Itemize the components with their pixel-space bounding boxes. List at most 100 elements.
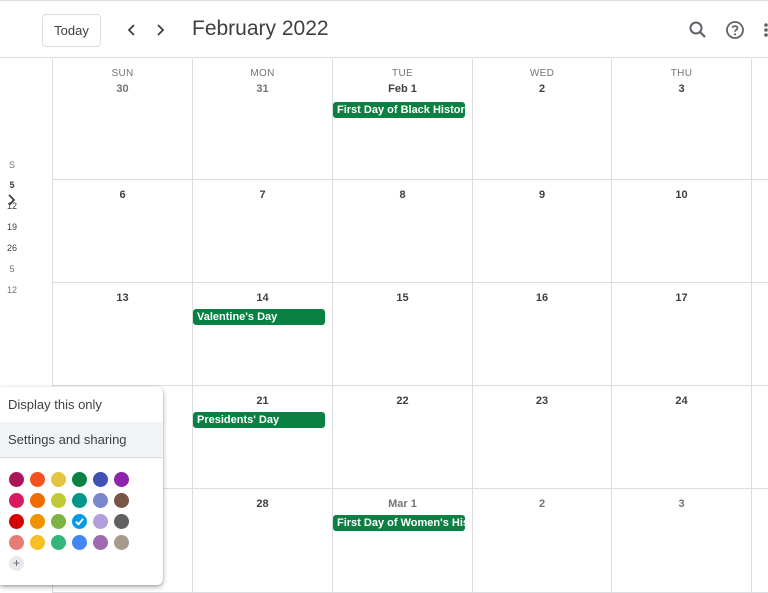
day-number[interactable]: 28 bbox=[193, 498, 332, 510]
day-number[interactable]: Feb 1 bbox=[333, 83, 472, 95]
color-swatch-selected[interactable] bbox=[72, 514, 87, 529]
day-number[interactable]: Mar 1 bbox=[333, 498, 472, 510]
day-number[interactable]: 13 bbox=[53, 292, 192, 304]
day-cell[interactable]: 22 bbox=[332, 386, 472, 489]
day-cell[interactable] bbox=[751, 180, 768, 283]
day-number[interactable]: 2 bbox=[473, 498, 611, 510]
color-swatch[interactable] bbox=[72, 493, 87, 508]
day-cell[interactable]: 3 bbox=[611, 489, 751, 593]
color-swatch[interactable] bbox=[51, 535, 66, 550]
display-this-only-option[interactable]: Display this only bbox=[0, 387, 163, 422]
day-number[interactable]: 10 bbox=[612, 189, 751, 201]
calendar-event[interactable]: Valentine's Day bbox=[193, 309, 325, 325]
color-swatch[interactable] bbox=[30, 535, 45, 550]
color-swatch[interactable] bbox=[30, 472, 45, 487]
day-cell[interactable]: 24 bbox=[611, 386, 751, 489]
color-swatch[interactable] bbox=[93, 472, 108, 487]
weekday-header: THU bbox=[670, 68, 693, 79]
day-cell[interactable]: 7 bbox=[192, 180, 332, 283]
color-swatch[interactable] bbox=[114, 493, 129, 508]
color-swatch[interactable] bbox=[93, 493, 108, 508]
today-button[interactable]: Today bbox=[42, 14, 101, 47]
color-swatch[interactable] bbox=[51, 493, 66, 508]
mini-calendar-day[interactable]: 12 bbox=[0, 285, 24, 295]
day-cell[interactable]: 13 bbox=[52, 283, 192, 386]
day-cell[interactable] bbox=[751, 59, 768, 180]
add-custom-color-button[interactable]: + bbox=[9, 556, 24, 571]
day-cell[interactable]: 2 bbox=[472, 489, 611, 593]
day-cell[interactable]: 16 bbox=[472, 283, 611, 386]
calendar-event[interactable]: First Day of Women's History Month bbox=[333, 515, 465, 531]
previous-month-button[interactable] bbox=[119, 17, 145, 43]
menu-divider bbox=[0, 457, 163, 458]
day-number[interactable]: 30 bbox=[53, 83, 192, 95]
day-number[interactable]: 21 bbox=[193, 395, 332, 407]
help-button[interactable] bbox=[722, 17, 748, 43]
day-cell[interactable]: 17 bbox=[611, 283, 751, 386]
check-icon bbox=[75, 518, 84, 526]
mini-calendar-day[interactable]: 19 bbox=[0, 222, 24, 232]
color-swatch[interactable] bbox=[93, 535, 108, 550]
mini-calendar-day[interactable]: 26 bbox=[0, 243, 24, 253]
day-number[interactable]: 7 bbox=[193, 189, 332, 201]
day-cell[interactable]: 15 bbox=[332, 283, 472, 386]
color-swatch[interactable] bbox=[72, 535, 87, 550]
day-cell[interactable]: WED 2 bbox=[472, 59, 611, 180]
day-cell[interactable] bbox=[751, 386, 768, 489]
day-cell[interactable]: 6 bbox=[52, 180, 192, 283]
color-swatch[interactable] bbox=[114, 472, 129, 487]
color-swatch[interactable] bbox=[9, 493, 24, 508]
day-number[interactable]: 17 bbox=[612, 292, 751, 304]
search-button[interactable] bbox=[685, 17, 711, 43]
day-cell[interactable] bbox=[751, 283, 768, 386]
day-number[interactable]: 2 bbox=[473, 83, 611, 95]
day-cell[interactable]: 9 bbox=[472, 180, 611, 283]
day-cell[interactable]: THU 3 bbox=[611, 59, 751, 180]
mini-calendar-day[interactable]: 5 bbox=[0, 264, 24, 274]
day-number[interactable]: 16 bbox=[473, 292, 611, 304]
mini-calendar-day[interactable]: 5 bbox=[0, 180, 24, 190]
color-swatch[interactable] bbox=[9, 535, 24, 550]
day-number[interactable]: 15 bbox=[333, 292, 472, 304]
day-cell[interactable]: 14 bbox=[192, 283, 332, 386]
color-swatch[interactable] bbox=[51, 472, 66, 487]
color-swatch[interactable] bbox=[30, 493, 45, 508]
help-icon bbox=[726, 21, 744, 39]
day-number[interactable]: 6 bbox=[53, 189, 192, 201]
calendar-event[interactable]: First Day of Black History Month bbox=[333, 102, 465, 118]
settings-and-sharing-option[interactable]: Settings and sharing bbox=[0, 422, 163, 457]
more-options-button[interactable] bbox=[760, 17, 768, 43]
color-swatch[interactable] bbox=[30, 514, 45, 529]
day-cell[interactable]: 21 bbox=[192, 386, 332, 489]
color-swatch[interactable] bbox=[114, 514, 129, 529]
day-number[interactable]: 31 bbox=[193, 83, 332, 95]
day-cell[interactable]: TUE Feb 1 bbox=[332, 59, 472, 180]
day-number[interactable]: 24 bbox=[612, 395, 751, 407]
mini-calendar-day[interactable]: 12 bbox=[0, 201, 24, 211]
day-number[interactable]: 3 bbox=[612, 83, 751, 95]
day-cell[interactable]: MON 31 bbox=[192, 59, 332, 180]
day-cell[interactable]: 10 bbox=[611, 180, 751, 283]
color-swatch[interactable] bbox=[9, 514, 24, 529]
color-swatch[interactable] bbox=[9, 472, 24, 487]
day-number[interactable]: 9 bbox=[473, 189, 611, 201]
day-number[interactable]: 8 bbox=[333, 189, 472, 201]
calendar-options-menu: Display this only Settings and sharing + bbox=[0, 387, 163, 585]
day-cell[interactable] bbox=[751, 489, 768, 593]
day-cell[interactable]: SUN 30 bbox=[52, 59, 192, 180]
next-month-button[interactable] bbox=[147, 17, 173, 43]
day-cell[interactable]: Mar 1 bbox=[332, 489, 472, 593]
day-cell[interactable]: 23 bbox=[472, 386, 611, 489]
color-swatch[interactable] bbox=[114, 535, 129, 550]
color-swatch[interactable] bbox=[51, 514, 66, 529]
day-number[interactable]: 14 bbox=[193, 292, 332, 304]
color-swatch[interactable] bbox=[72, 472, 87, 487]
day-number[interactable]: 3 bbox=[612, 498, 751, 510]
chevron-right-icon bbox=[157, 24, 165, 36]
calendar-event[interactable]: Presidents' Day bbox=[193, 412, 325, 428]
day-number[interactable]: 23 bbox=[473, 395, 611, 407]
day-cell[interactable]: 28 bbox=[192, 489, 332, 593]
day-cell[interactable]: 8 bbox=[332, 180, 472, 283]
color-swatch[interactable] bbox=[93, 514, 108, 529]
day-number[interactable]: 22 bbox=[333, 395, 472, 407]
